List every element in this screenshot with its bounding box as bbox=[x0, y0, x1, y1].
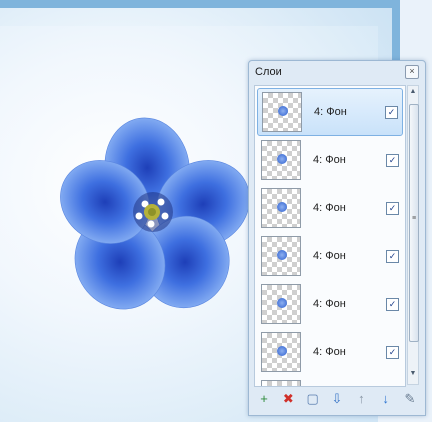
layer-row[interactable]: 4: Фон ✓ bbox=[257, 88, 403, 136]
layer-thumbnail-flower bbox=[277, 202, 287, 212]
layer-row[interactable]: 4: Фон ✓ bbox=[257, 232, 403, 280]
layer-name: 4: Фон bbox=[313, 154, 346, 166]
flower-image bbox=[60, 117, 250, 310]
layer-visibility-checkbox[interactable]: ✓ bbox=[386, 153, 399, 167]
layer-visibility-checkbox[interactable]: ✓ bbox=[386, 345, 399, 359]
delete-layer-icon[interactable]: ✖ bbox=[281, 392, 295, 406]
move-down-icon[interactable]: ↓ bbox=[379, 392, 393, 406]
layer-thumbnail-flower bbox=[277, 250, 287, 260]
properties-icon[interactable]: ✎ bbox=[403, 392, 417, 406]
layer-thumbnail-flower bbox=[277, 154, 287, 164]
layers-toolbar: + ✖ ▢ ⇩ ↑ ↓ ✎ bbox=[257, 389, 417, 409]
layer-row[interactable]: 4: Фон ✓ bbox=[257, 328, 403, 376]
layer-row[interactable]: 4: Фон ✓ bbox=[257, 280, 403, 328]
layer-visibility-checkbox[interactable]: ✓ bbox=[386, 297, 399, 311]
layer-thumbnail bbox=[261, 332, 301, 372]
layer-thumbnail-flower bbox=[277, 346, 287, 356]
move-up-icon[interactable]: ↑ bbox=[354, 392, 368, 406]
panel-header[interactable]: Слои × bbox=[249, 61, 425, 83]
layer-row-partial[interactable] bbox=[257, 376, 403, 386]
layer-thumbnail-flower bbox=[278, 106, 288, 116]
layer-row[interactable]: 4: Фон ✓ bbox=[257, 136, 403, 184]
layer-thumbnail bbox=[262, 92, 302, 132]
layer-thumbnail bbox=[261, 140, 301, 180]
scroll-grip-icon: ≡ bbox=[412, 215, 417, 222]
layer-name: 4: Фон bbox=[313, 298, 346, 310]
add-layer-icon[interactable]: + bbox=[257, 392, 271, 406]
layers-panel: Слои × 4: Фон ✓ 4: Фон ✓ 4: Фон ✓ 4: Фон… bbox=[248, 60, 426, 416]
layer-visibility-checkbox[interactable]: ✓ bbox=[385, 105, 398, 119]
layer-name: 4: Фон bbox=[314, 106, 347, 118]
layer-list-scrollbar[interactable]: ▲ ≡ ▼ bbox=[407, 85, 419, 385]
layer-name: 4: Фон bbox=[313, 346, 346, 358]
close-button[interactable]: × bbox=[405, 65, 419, 79]
merge-down-icon[interactable]: ⇩ bbox=[330, 392, 344, 406]
layer-visibility-checkbox[interactable]: ✓ bbox=[386, 249, 399, 263]
layer-name: 4: Фон bbox=[313, 202, 346, 214]
scroll-thumb[interactable]: ≡ bbox=[409, 104, 419, 342]
panel-title: Слои bbox=[255, 66, 282, 78]
layer-row[interactable]: 4: Фон ✓ bbox=[257, 184, 403, 232]
layer-thumbnail-flower bbox=[277, 298, 287, 308]
scroll-up-arrow-icon[interactable]: ▲ bbox=[409, 88, 417, 100]
duplicate-layer-icon[interactable]: ▢ bbox=[306, 392, 320, 406]
layer-thumbnail bbox=[261, 188, 301, 228]
layer-thumbnail bbox=[261, 380, 301, 386]
layer-list: 4: Фон ✓ 4: Фон ✓ 4: Фон ✓ 4: Фон ✓ 4: Ф… bbox=[254, 85, 406, 387]
layer-thumbnail bbox=[261, 236, 301, 276]
layer-thumbnail bbox=[261, 284, 301, 324]
scroll-down-arrow-icon[interactable]: ▼ bbox=[409, 370, 417, 382]
layer-name: 4: Фон bbox=[313, 250, 346, 262]
layer-visibility-checkbox[interactable]: ✓ bbox=[386, 201, 399, 215]
